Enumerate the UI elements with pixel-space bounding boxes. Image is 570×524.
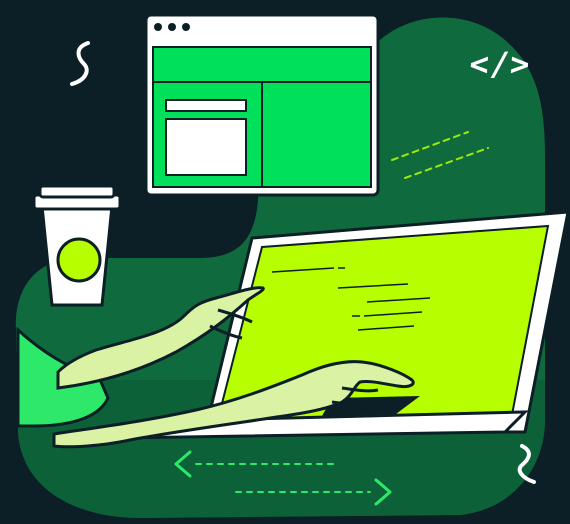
code-tag-icon: </> bbox=[468, 45, 532, 83]
illustration-stage: </> bbox=[0, 0, 570, 524]
browser-window-icon bbox=[144, 13, 380, 197]
